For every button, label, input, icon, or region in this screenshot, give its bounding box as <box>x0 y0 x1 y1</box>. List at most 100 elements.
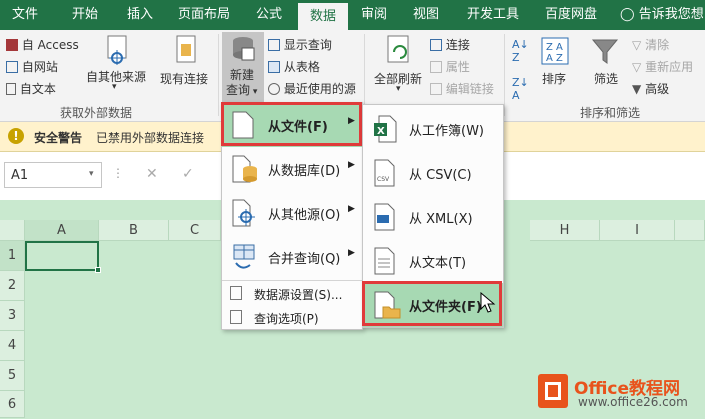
row-header-2[interactable]: 2 <box>0 271 25 301</box>
svg-text:CSV: CSV <box>377 176 390 183</box>
link-icon <box>430 83 442 95</box>
tell-me-box[interactable]: ◯ 告诉我您想要 <box>620 0 705 52</box>
name-box[interactable]: A1 ▾ <box>4 162 102 188</box>
column-header-c[interactable]: C <box>169 220 221 241</box>
menu-item-from-other-sources[interactable]: 从其他源(O) ▶ <box>222 191 362 235</box>
menu-item-from-workbook[interactable]: X 从工作簿(W) <box>363 107 503 151</box>
sort-za-icon[interactable]: Z↓ A <box>512 76 529 102</box>
ribbon-tab-bar: 文件 开始 插入 页面布局 公式 数据 审阅 视图 开发工具 百度网盘 ◯ 告诉… <box>0 0 705 52</box>
sort-button[interactable]: 排序 <box>542 70 566 87</box>
tab-view[interactable]: 视图 <box>404 0 448 30</box>
new-query-button[interactable]: 新建 查询 ▾ <box>222 32 264 102</box>
from-table-button[interactable]: 从表格 <box>268 58 320 75</box>
text-file-icon <box>6 83 16 95</box>
warning-icon: ! <box>8 128 24 144</box>
edit-links-button[interactable]: 编辑链接 <box>430 80 494 97</box>
highlight-box-from-file <box>221 102 362 146</box>
connections-button[interactable]: 连接 <box>430 36 470 53</box>
menu-separator <box>222 280 362 281</box>
combine-queries-icon <box>233 244 255 269</box>
tab-insert[interactable]: 插入 <box>115 0 165 30</box>
menu-item-combine-queries[interactable]: 合并查询(Q) ▶ <box>222 235 362 279</box>
csv-file-icon: CSV <box>374 159 395 187</box>
database-query-icon <box>233 37 255 61</box>
refresh-all-icon <box>387 35 409 63</box>
svg-text:Z A: Z A <box>546 42 563 53</box>
tab-home[interactable]: 开始 <box>60 0 110 30</box>
from-web-button[interactable]: 自网站 <box>6 58 58 75</box>
excel-workbook-icon: X <box>374 115 397 143</box>
more-options-icon: ⋮ <box>112 166 124 180</box>
menu-item-from-csv[interactable]: CSV 从 CSV(C) <box>363 151 503 195</box>
security-warning-message: 已禁用外部数据连接 <box>96 131 205 145</box>
properties-button[interactable]: 属性 <box>430 58 470 75</box>
filter-funnel-icon <box>591 39 619 64</box>
column-header-a[interactable]: A <box>25 220 99 241</box>
tab-page-layout[interactable]: 页面布局 <box>172 0 236 30</box>
menu-item-from-xml[interactable]: 从 XML(X) <box>363 195 503 239</box>
svg-text:A Z: A Z <box>546 53 563 64</box>
access-icon <box>6 39 18 51</box>
confirm-icon[interactable]: ✓ <box>182 166 194 182</box>
security-warning-title: 安全警告 <box>34 131 83 145</box>
connections-icon <box>430 39 442 51</box>
from-other-sources-icon <box>107 35 127 65</box>
office-logo-icon <box>538 374 568 408</box>
clear-filter-icon: ▽ <box>632 38 642 52</box>
column-header-next[interactable] <box>675 220 705 241</box>
fill-handle[interactable] <box>95 267 101 273</box>
tab-baidu-netdisk[interactable]: 百度网盘 <box>536 0 606 30</box>
tab-review[interactable]: 审阅 <box>352 0 396 30</box>
select-all-corner[interactable] <box>0 220 25 241</box>
tab-formulas[interactable]: 公式 <box>246 0 292 30</box>
existing-connections-icon <box>176 35 196 63</box>
advanced-filter-icon: ▼ <box>632 82 642 96</box>
row-header-5[interactable]: 5 <box>0 361 25 391</box>
clock-icon <box>268 83 280 95</box>
svg-text:X: X <box>377 126 385 137</box>
database-icon <box>232 155 257 183</box>
settings-icon <box>230 286 242 300</box>
text-file-icon <box>374 247 395 275</box>
row-header-4[interactable]: 4 <box>0 331 25 361</box>
ribbon-separator <box>218 34 219 116</box>
recent-sources-button[interactable]: 最近使用的源 <box>268 80 356 97</box>
group-label-get-external-data: 获取外部数据 <box>60 106 133 120</box>
active-cell-a1[interactable] <box>25 241 99 271</box>
chevron-right-icon: ▶ <box>348 248 355 258</box>
options-icon <box>230 310 242 324</box>
chevron-right-icon: ▶ <box>348 204 355 214</box>
reapply-button[interactable]: ▽ 重新应用 <box>632 58 693 75</box>
filter-button[interactable]: 筛选 <box>594 70 618 87</box>
from-text-button[interactable]: 自文本 <box>6 80 56 97</box>
show-queries-button[interactable]: 显示查询 <box>268 36 332 53</box>
group-label-sort-filter: 排序和筛选 <box>580 106 641 120</box>
clear-button[interactable]: ▽ 清除 <box>632 36 669 53</box>
menu-item-data-source-settings[interactable]: 数据源设置(S)... <box>222 283 362 305</box>
watermark-url: www.office26.com <box>578 395 688 409</box>
existing-connections-button[interactable]: 现有连接 <box>160 70 208 87</box>
menu-item-from-database[interactable]: 从数据库(D) ▶ <box>222 147 362 191</box>
column-header-b[interactable]: B <box>99 220 169 241</box>
column-header-h[interactable]: H <box>530 220 600 241</box>
row-header-6[interactable]: 6 <box>0 391 25 418</box>
menu-item-from-text[interactable]: 从文本(T) <box>363 239 503 283</box>
row-header-3[interactable]: 3 <box>0 301 25 331</box>
column-header-i[interactable]: I <box>600 220 675 241</box>
mouse-cursor-icon <box>480 292 496 313</box>
cancel-icon[interactable]: ✕ <box>146 166 158 182</box>
web-icon <box>6 61 18 73</box>
sort-icon: Z A A Z <box>541 37 569 65</box>
tab-developer[interactable]: 开发工具 <box>458 0 528 30</box>
chevron-right-icon: ▶ <box>348 160 355 170</box>
from-access-button[interactable]: 自 Access <box>6 36 79 53</box>
advanced-button[interactable]: ▼ 高级 <box>632 80 669 97</box>
tab-data[interactable]: 数据 <box>298 3 348 30</box>
table-icon <box>268 61 280 73</box>
row-header-1[interactable]: 1 <box>0 241 25 271</box>
other-sources-icon <box>232 199 255 227</box>
tab-file[interactable]: 文件 <box>0 0 50 30</box>
sort-az-icon[interactable]: A↓ Z <box>512 38 529 64</box>
show-queries-icon <box>268 39 280 51</box>
menu-item-query-options[interactable]: 查询选项(P) <box>222 307 362 329</box>
